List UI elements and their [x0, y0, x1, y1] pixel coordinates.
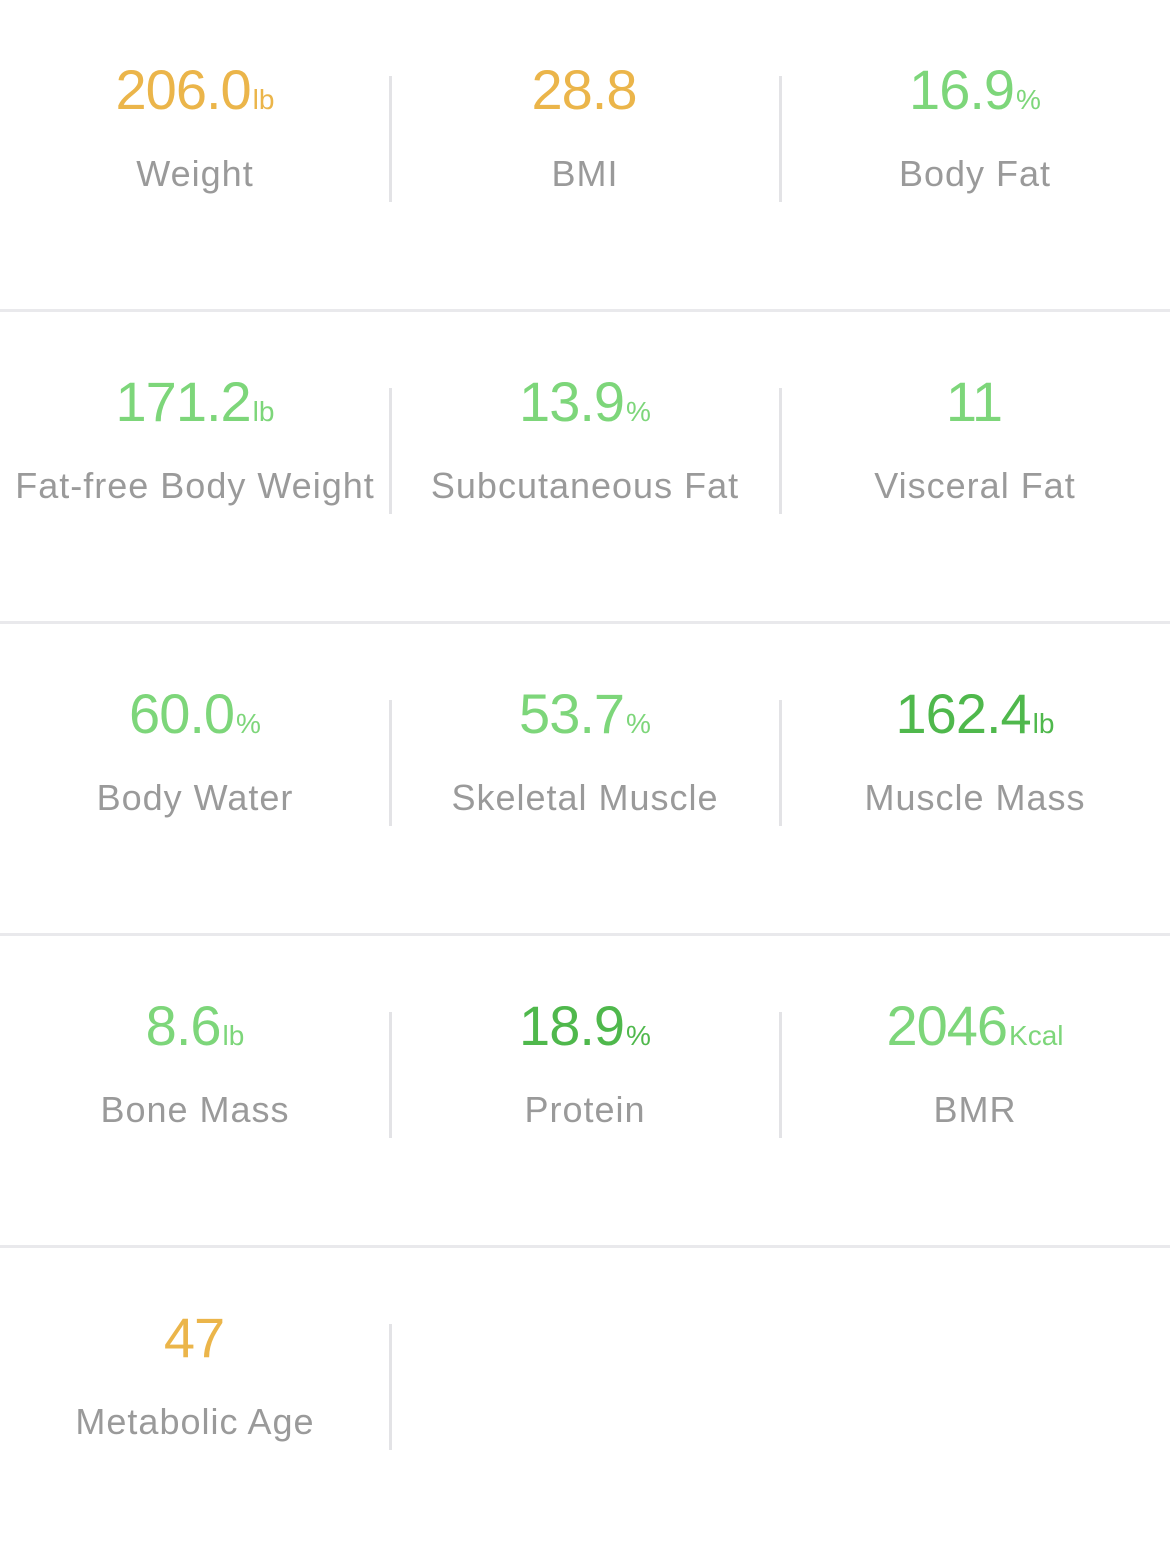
metric-label: Visceral Fat [874, 465, 1076, 506]
metric-value: 18.9% [390, 998, 780, 1054]
metric-visceral-fat[interactable]: 11 Visceral Fat [780, 312, 1170, 621]
metric-value: 206.0lb [0, 62, 390, 118]
metric-number: 2046 [886, 994, 1008, 1057]
metric-number: 13.9 [519, 370, 625, 433]
column-divider [389, 1012, 392, 1138]
metric-label: Subcutaneous Fat [430, 465, 740, 506]
metric-number: 47 [163, 1306, 225, 1369]
metric-label: BMI [551, 153, 619, 194]
metrics-row: 60.0% Body Water 53.7% Skeletal Muscle 1… [0, 624, 1170, 936]
metric-unit: % [626, 396, 651, 427]
metric-label: Fat-free Body Weight [15, 465, 375, 506]
column-divider [779, 388, 782, 514]
metric-weight[interactable]: 206.0lb Weight [0, 0, 390, 309]
column-divider [779, 700, 782, 826]
metric-number: 53.7 [519, 682, 625, 745]
metric-value: 53.7% [390, 686, 780, 742]
metric-body-water[interactable]: 60.0% Body Water [0, 624, 390, 933]
metric-value: 11 [780, 374, 1170, 430]
column-divider [779, 1012, 782, 1138]
metric-value: 8.6lb [0, 998, 390, 1054]
metric-value: 16.9% [780, 62, 1170, 118]
metric-fat-free-body-weight[interactable]: 171.2lb Fat-free Body Weight [0, 312, 390, 621]
metrics-row: 206.0lb Weight 28.8 BMI 16.9% Body Fat [0, 0, 1170, 312]
metrics-row: 171.2lb Fat-free Body Weight 13.9% Subcu… [0, 312, 1170, 624]
metric-subcutaneous-fat[interactable]: 13.9% Subcutaneous Fat [390, 312, 780, 621]
metric-label: Body Fat [898, 153, 1052, 194]
metric-number: 206.0 [115, 58, 252, 121]
column-divider [389, 388, 392, 514]
column-divider [389, 700, 392, 826]
metric-value: 60.0% [0, 686, 390, 742]
metric-unit: lb [222, 1020, 245, 1051]
metric-body-fat[interactable]: 16.9% Body Fat [780, 0, 1170, 309]
metric-number: 28.8 [531, 58, 638, 121]
metric-number: 18.9 [519, 994, 625, 1057]
metric-unit: lb [1032, 708, 1055, 739]
metric-label: BMR [933, 1089, 1017, 1130]
metric-protein[interactable]: 18.9% Protein [390, 936, 780, 1245]
metric-metabolic-age[interactable]: 47 Metabolic Age [0, 1248, 390, 1563]
metric-unit: % [236, 708, 261, 739]
metrics-row: 47 Metabolic Age [0, 1248, 1170, 1563]
metric-label: Weight [136, 153, 254, 194]
metric-number: 171.2 [115, 370, 252, 433]
metric-value: 162.4lb [780, 686, 1170, 742]
metric-unit: lb [252, 84, 275, 115]
metrics-grid: 206.0lb Weight 28.8 BMI 16.9% Body Fat 1… [0, 0, 1170, 1563]
metric-bone-mass[interactable]: 8.6lb Bone Mass [0, 936, 390, 1245]
metric-label: Muscle Mass [864, 777, 1086, 818]
metric-number: 60.0 [129, 682, 235, 745]
metric-number: 8.6 [145, 994, 222, 1057]
metric-number: 16.9 [909, 58, 1015, 121]
metric-unit: Kcal [1009, 1020, 1064, 1051]
metric-unit: % [626, 708, 651, 739]
metric-label: Body Water [96, 777, 294, 818]
metric-number: 162.4 [895, 682, 1032, 745]
metric-value: 28.8 [390, 62, 780, 118]
metric-bmi[interactable]: 28.8 BMI [390, 0, 780, 309]
column-divider [779, 76, 782, 202]
metric-unit: % [626, 1020, 651, 1051]
column-divider [389, 76, 392, 202]
metric-value: 2046Kcal [780, 998, 1170, 1054]
column-divider [389, 1324, 392, 1450]
metric-label: Protein [524, 1089, 646, 1130]
metric-unit: % [1016, 84, 1041, 115]
metrics-row: 8.6lb Bone Mass 18.9% Protein 2046Kcal B… [0, 936, 1170, 1248]
metric-muscle-mass[interactable]: 162.4lb Muscle Mass [780, 624, 1170, 933]
metric-number: 11 [945, 370, 1003, 433]
metric-skeletal-muscle[interactable]: 53.7% Skeletal Muscle [390, 624, 780, 933]
metric-label: Skeletal Muscle [451, 777, 719, 818]
metric-label: Bone Mass [100, 1089, 290, 1130]
metric-unit: lb [252, 396, 275, 427]
metric-bmr[interactable]: 2046Kcal BMR [780, 936, 1170, 1245]
metric-value: 47 [0, 1310, 390, 1366]
metric-value: 171.2lb [0, 374, 390, 430]
metric-value: 13.9% [390, 374, 780, 430]
metric-label: Metabolic Age [75, 1401, 315, 1442]
